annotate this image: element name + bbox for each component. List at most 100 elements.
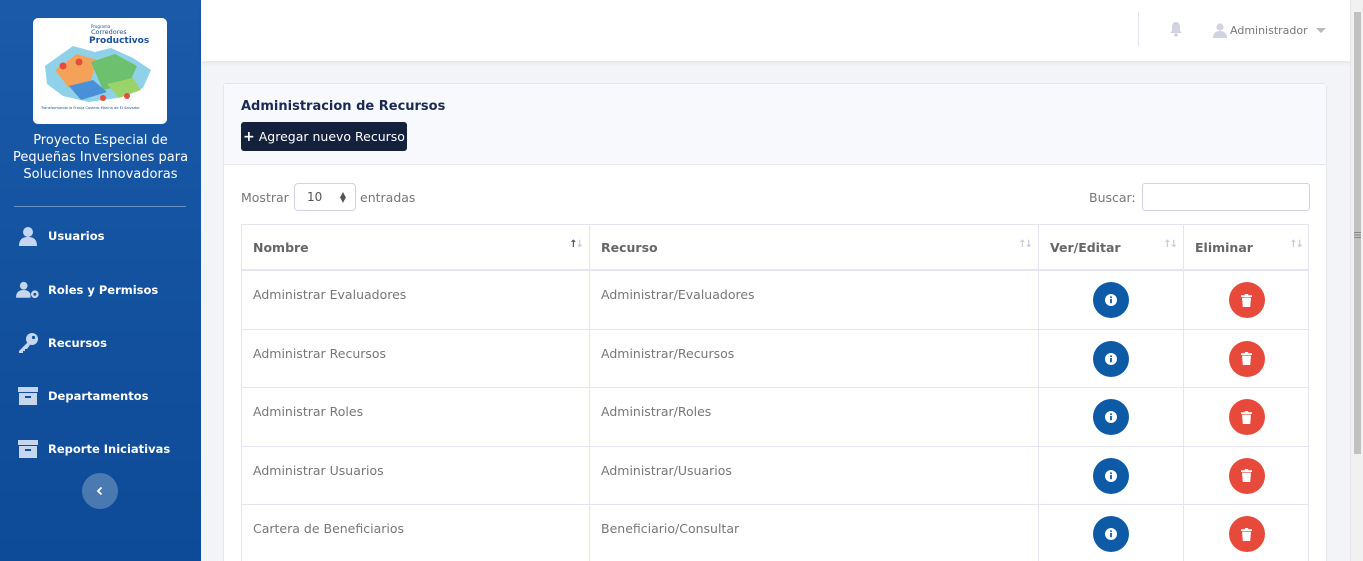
column-header-recurso[interactable]: Recurso ↑↓: [590, 225, 1039, 269]
column-header-label: Ver/Editar: [1050, 239, 1121, 255]
info-icon: [1105, 528, 1117, 540]
delete-button[interactable]: [1228, 399, 1265, 435]
view-edit-button[interactable]: [1093, 516, 1129, 552]
bell-icon: [1170, 22, 1182, 37]
cell-eliminar: [1184, 447, 1309, 505]
delete-button[interactable]: [1228, 282, 1265, 318]
sort-asc-icon: ↑↓: [569, 239, 584, 250]
sidebar-divider: [14, 206, 186, 207]
resources-table: Nombre ↑↓ Recurso ↑↓ Ver/Editar ↑↓ Elimi…: [241, 224, 1309, 561]
cell-ver-editar: [1039, 446, 1184, 505]
view-edit-button[interactable]: [1093, 282, 1129, 318]
scrollbar-grip-icon: [1354, 232, 1361, 238]
cell-eliminar: [1184, 388, 1309, 446]
column-header-label: Eliminar: [1195, 239, 1253, 255]
info-icon: [1105, 294, 1117, 306]
sort-icon: ↑↓: [1163, 239, 1178, 250]
sidebar-item-label: Recursos: [48, 336, 107, 350]
table-body: Administrar Evaluadores Administrar/Eval…: [242, 271, 1308, 561]
trash-icon: [1241, 410, 1252, 424]
table-row: Administrar Evaluadores Administrar/Eval…: [242, 271, 1308, 330]
cell-nombre: Administrar Roles: [242, 388, 590, 446]
page-length-label: Mostrar: [241, 190, 289, 205]
card-header: Administracion de Recursos + Agregar nue…: [224, 84, 1326, 165]
search-label: Buscar:: [1089, 190, 1136, 205]
cell-recurso: Beneficiario/Consultar: [590, 505, 1039, 561]
user-menu[interactable]: Administrador: [1213, 21, 1326, 39]
column-header-label: Nombre: [253, 239, 309, 255]
cell-recurso: Administrar/Evaluadores: [590, 271, 1039, 329]
sidebar-toggle-button[interactable]: [82, 473, 118, 509]
page-title: Administracion de Recursos: [241, 99, 446, 114]
logo-graphic: Programa Corredores Productivos Transfor…: [40, 24, 151, 110]
cell-eliminar: [1184, 330, 1309, 388]
cell-nombre: Administrar Recursos: [242, 329, 590, 388]
add-resource-label: Agregar nuevo Recurso: [258, 129, 405, 144]
sidebar-item-recursos[interactable]: Recursos: [0, 323, 201, 363]
sidebar-item-usuarios[interactable]: Usuarios: [0, 216, 201, 256]
sidebar: Programa Corredores Productivos Transfor…: [0, 0, 201, 561]
cell-recurso: Administrar/Roles: [590, 388, 1039, 446]
sidebar-item-departamentos[interactable]: Departamentos: [0, 376, 201, 416]
topbar-divider: [1138, 12, 1139, 46]
info-icon: [1105, 352, 1117, 365]
trash-icon: [1241, 527, 1252, 541]
cell-nombre: Cartera de Beneficiarios: [242, 505, 590, 561]
cell-ver-editar: [1039, 388, 1184, 446]
sidebar-item-roles-permisos[interactable]: Roles y Permisos: [0, 270, 201, 310]
key-icon: [16, 332, 40, 354]
trash-icon: [1241, 293, 1252, 307]
page-length-value: 10: [307, 190, 323, 204]
column-header-eliminar[interactable]: Eliminar ↑↓: [1184, 225, 1309, 269]
archive-icon: [16, 385, 40, 407]
cell-nombre: Administrar Evaluadores: [242, 271, 590, 329]
svg-text:Productivos: Productivos: [89, 36, 149, 46]
users-cog-icon: [16, 279, 40, 301]
delete-button[interactable]: [1228, 457, 1265, 494]
cell-eliminar: [1184, 505, 1309, 561]
user-icon: [1213, 22, 1227, 38]
info-icon: [1105, 411, 1117, 423]
search-input[interactable]: [1142, 183, 1310, 211]
entries-label: entradas: [360, 190, 416, 205]
trash-icon: [1241, 469, 1252, 482]
program-logo[interactable]: Programa Corredores Productivos Transfor…: [33, 18, 167, 124]
sidebar-item-label: Usuarios: [48, 229, 105, 243]
caret-down-icon: [1315, 27, 1326, 33]
resources-card: Administracion de Recursos + Agregar nue…: [223, 83, 1327, 561]
column-header-ver-editar[interactable]: Ver/Editar ↑↓: [1039, 225, 1184, 269]
sidebar-item-label: Departamentos: [48, 389, 149, 403]
alerts-button[interactable]: [1169, 21, 1185, 39]
user-name: Administrador: [1230, 23, 1308, 37]
table-row: Cartera de Beneficiarios Beneficiario/Co…: [242, 505, 1308, 561]
column-header-nombre[interactable]: Nombre ↑↓: [242, 225, 590, 269]
table-row: Administrar Usuarios Administrar/Usuario…: [242, 446, 1309, 505]
brand-line: Pequeñas Inversiones para: [12, 150, 189, 165]
add-resource-button[interactable]: + Agregar nuevo Recurso: [241, 122, 407, 151]
trash-icon: [1241, 352, 1252, 365]
column-header-label: Recurso: [601, 239, 658, 255]
select-arrows-icon: ▲ ▼: [339, 190, 346, 204]
brand-name: Proyecto Especial de Pequeñas Inversione…: [0, 132, 201, 183]
cell-ver-editar: [1039, 329, 1184, 388]
archive-icon: [16, 438, 40, 460]
plus-icon: +: [243, 128, 255, 145]
topbar: Administrador: [201, 0, 1350, 61]
page-length-select[interactable]: 10 ▲ ▼: [294, 183, 356, 211]
sort-icon: ↑↓: [1289, 239, 1304, 250]
cell-ver-editar: [1039, 505, 1184, 561]
delete-button[interactable]: [1228, 340, 1265, 377]
table-row: Administrar Roles Administrar/Roles: [242, 388, 1308, 447]
view-edit-button[interactable]: [1093, 457, 1129, 494]
view-edit-button[interactable]: [1093, 399, 1129, 435]
delete-button[interactable]: [1228, 516, 1265, 552]
cell-recurso: Administrar/Recursos: [590, 329, 1039, 388]
svg-text:Corredores: Corredores: [91, 28, 127, 36]
chevron-left-icon: [96, 486, 103, 496]
page-scrollbar[interactable]: [1350, 0, 1363, 561]
cell-recurso: Administrar/Usuarios: [590, 446, 1039, 505]
view-edit-button[interactable]: [1093, 340, 1129, 377]
sidebar-item-reporte-iniciativas[interactable]: Reporte Iniciativas: [0, 429, 201, 469]
sidebar-item-label: Roles y Permisos: [48, 283, 159, 297]
svg-text:Transformando la Franja Coster: Transformando la Franja Costero-Marina d…: [40, 106, 140, 110]
